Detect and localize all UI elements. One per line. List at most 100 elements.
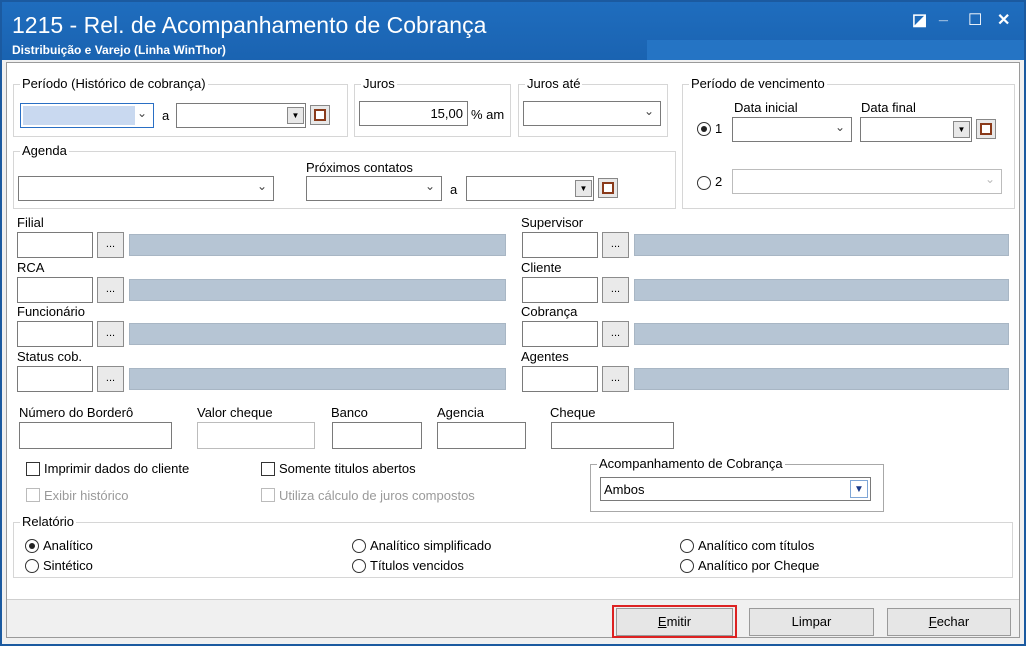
- proximos-from-combo[interactable]: ⌄: [306, 176, 442, 201]
- juros-input[interactable]: 15,00: [359, 101, 468, 126]
- juros-ate-combo[interactable]: ⌄: [523, 101, 661, 126]
- dropdown-arrow-icon[interactable]: ▼: [850, 480, 868, 498]
- rca-label: RCA: [17, 260, 45, 275]
- data-final-label: Data final: [861, 100, 916, 115]
- agenda-label: Agenda: [20, 143, 69, 158]
- cobranca-description: [634, 323, 1009, 345]
- restore-icon[interactable]: ◪: [912, 10, 927, 30]
- agencia-input[interactable]: [437, 422, 526, 449]
- cliente-code-input[interactable]: [522, 277, 598, 303]
- dropdown-arrow-icon[interactable]: ▼: [953, 121, 970, 138]
- juros-value: 15,00: [430, 106, 463, 121]
- status-cob-search-button[interactable]: ...: [97, 366, 124, 392]
- chevron-down-icon[interactable]: ⌄: [835, 120, 845, 134]
- exibir-historico-checkbox[interactable]: [26, 488, 40, 502]
- vencimento-option-2-radio[interactable]: [697, 176, 711, 190]
- analitico-radio[interactable]: [25, 539, 39, 553]
- analitico-simplificado-label: Analítico simplificado: [370, 538, 492, 553]
- agentes-label: Agentes: [521, 349, 569, 364]
- cobranca-code-input[interactable]: [522, 321, 598, 347]
- valor-cheque-label: Valor cheque: [197, 405, 273, 420]
- periodo-from-combo[interactable]: ⌄: [20, 103, 154, 128]
- somente-abertos-checkbox[interactable]: [261, 462, 275, 476]
- supervisor-code-input[interactable]: [522, 232, 598, 258]
- funcionario-code-input[interactable]: [17, 321, 93, 347]
- calendar-icon[interactable]: [976, 119, 996, 139]
- form-body: Período (Histórico de cobrança) ⌄ a ▼ Ju…: [6, 62, 1020, 638]
- juros-compostos-label: Utiliza cálculo de juros compostos: [279, 488, 475, 503]
- app-window: 1215 - Rel. de Acompanhamento de Cobranç…: [0, 0, 1026, 646]
- data-inicial-combo[interactable]: ⌄: [732, 117, 852, 142]
- exibir-historico-label: Exibir histórico: [44, 488, 129, 503]
- periodo-label: Período (Histórico de cobrança): [20, 76, 208, 91]
- bordero-label: Número do Borderô: [19, 405, 134, 420]
- supervisor-search-button[interactable]: ...: [602, 232, 629, 258]
- proximos-to-field[interactable]: ▼: [466, 176, 594, 201]
- titulos-vencidos-label: Títulos vencidos: [370, 558, 464, 573]
- chevron-down-icon[interactable]: ⌄: [137, 106, 147, 120]
- periodo-separator: a: [162, 108, 170, 123]
- juros-ate-label: Juros até: [525, 76, 583, 91]
- agentes-code-input[interactable]: [522, 366, 598, 392]
- imprimir-dados-label: Imprimir dados do cliente: [44, 461, 190, 476]
- relatorio-group: Relatório Analítico Sintético Analítico …: [13, 514, 1013, 578]
- cheque-label: Cheque: [550, 405, 596, 420]
- agentes-search-button[interactable]: ...: [602, 366, 629, 392]
- funcionario-search-button[interactable]: ...: [97, 321, 124, 347]
- vencimento-option-1-radio[interactable]: [697, 122, 711, 136]
- rca-search-button[interactable]: ...: [97, 277, 124, 303]
- vencimento-label: Período de vencimento: [689, 76, 827, 91]
- chevron-down-icon[interactable]: ⌄: [425, 179, 435, 193]
- titulos-vencidos-radio[interactable]: [352, 559, 366, 573]
- bordero-input[interactable]: [19, 422, 172, 449]
- fechar-button[interactable]: Fechar: [887, 608, 1011, 636]
- cobranca-label: Cobrança: [521, 304, 578, 319]
- cobranca-search-button[interactable]: ...: [602, 321, 629, 347]
- dropdown-arrow-icon[interactable]: ▼: [575, 180, 592, 197]
- cliente-search-button[interactable]: ...: [602, 277, 629, 303]
- analitico-cheque-radio[interactable]: [680, 559, 694, 573]
- close-icon[interactable]: ✕: [997, 10, 1010, 30]
- calendar-icon[interactable]: [598, 178, 618, 198]
- vencimento-option-2-label: 2: [715, 174, 723, 189]
- data-final-field[interactable]: ▼: [860, 117, 972, 142]
- limpar-button[interactable]: Limpar: [749, 608, 874, 636]
- rca-code-input[interactable]: [17, 277, 93, 303]
- cheque-input[interactable]: [551, 422, 674, 449]
- status-cob-description: [129, 368, 506, 390]
- acompanhamento-select[interactable]: Ambos ▼: [600, 477, 871, 501]
- relatorio-label: Relatório: [20, 514, 77, 529]
- emitir-button[interactable]: Emitir: [616, 608, 733, 636]
- analitico-titulos-radio[interactable]: [680, 539, 694, 553]
- chevron-down-icon[interactable]: ⌄: [985, 172, 995, 186]
- juros-compostos-checkbox[interactable]: [261, 488, 275, 502]
- filial-code-input[interactable]: [17, 232, 93, 258]
- acompanhamento-value: Ambos: [604, 482, 645, 497]
- filial-description: [129, 234, 506, 256]
- funcionario-label: Funcionário: [17, 304, 85, 319]
- title-bar-decoration: [647, 40, 1024, 60]
- window-subtitle: Distribuição e Varejo (Linha WinThor): [12, 43, 226, 57]
- agenda-group: Agenda Próximos contatos ⌄ ⌄ a ▼: [13, 143, 676, 209]
- vencimento-option-2-combo[interactable]: ⌄: [732, 169, 1002, 194]
- maximize-icon[interactable]: ☐: [968, 10, 982, 30]
- chevron-down-icon[interactable]: ⌄: [644, 104, 654, 118]
- agenda-combo[interactable]: ⌄: [18, 176, 274, 201]
- chevron-down-icon[interactable]: ⌄: [257, 179, 267, 193]
- status-cob-code-input[interactable]: [17, 366, 93, 392]
- calendar-icon[interactable]: [310, 105, 330, 125]
- periodo-to-field[interactable]: ▼: [176, 103, 306, 128]
- acompanhamento-group: Acompanhamento de Cobrança Ambos ▼: [590, 456, 884, 512]
- sintetico-radio[interactable]: [25, 559, 39, 573]
- minimize-icon[interactable]: _: [939, 6, 948, 24]
- banco-label: Banco: [331, 405, 368, 420]
- analitico-simplificado-radio[interactable]: [352, 539, 366, 553]
- banco-input[interactable]: [332, 422, 422, 449]
- dropdown-arrow-icon[interactable]: ▼: [287, 107, 304, 124]
- cliente-description: [634, 279, 1009, 301]
- filial-search-button[interactable]: ...: [97, 232, 124, 258]
- analitico-titulos-label: Analítico com títulos: [698, 538, 815, 553]
- imprimir-dados-checkbox[interactable]: [26, 462, 40, 476]
- proximos-separator: a: [450, 182, 458, 197]
- valor-cheque-input[interactable]: [197, 422, 315, 449]
